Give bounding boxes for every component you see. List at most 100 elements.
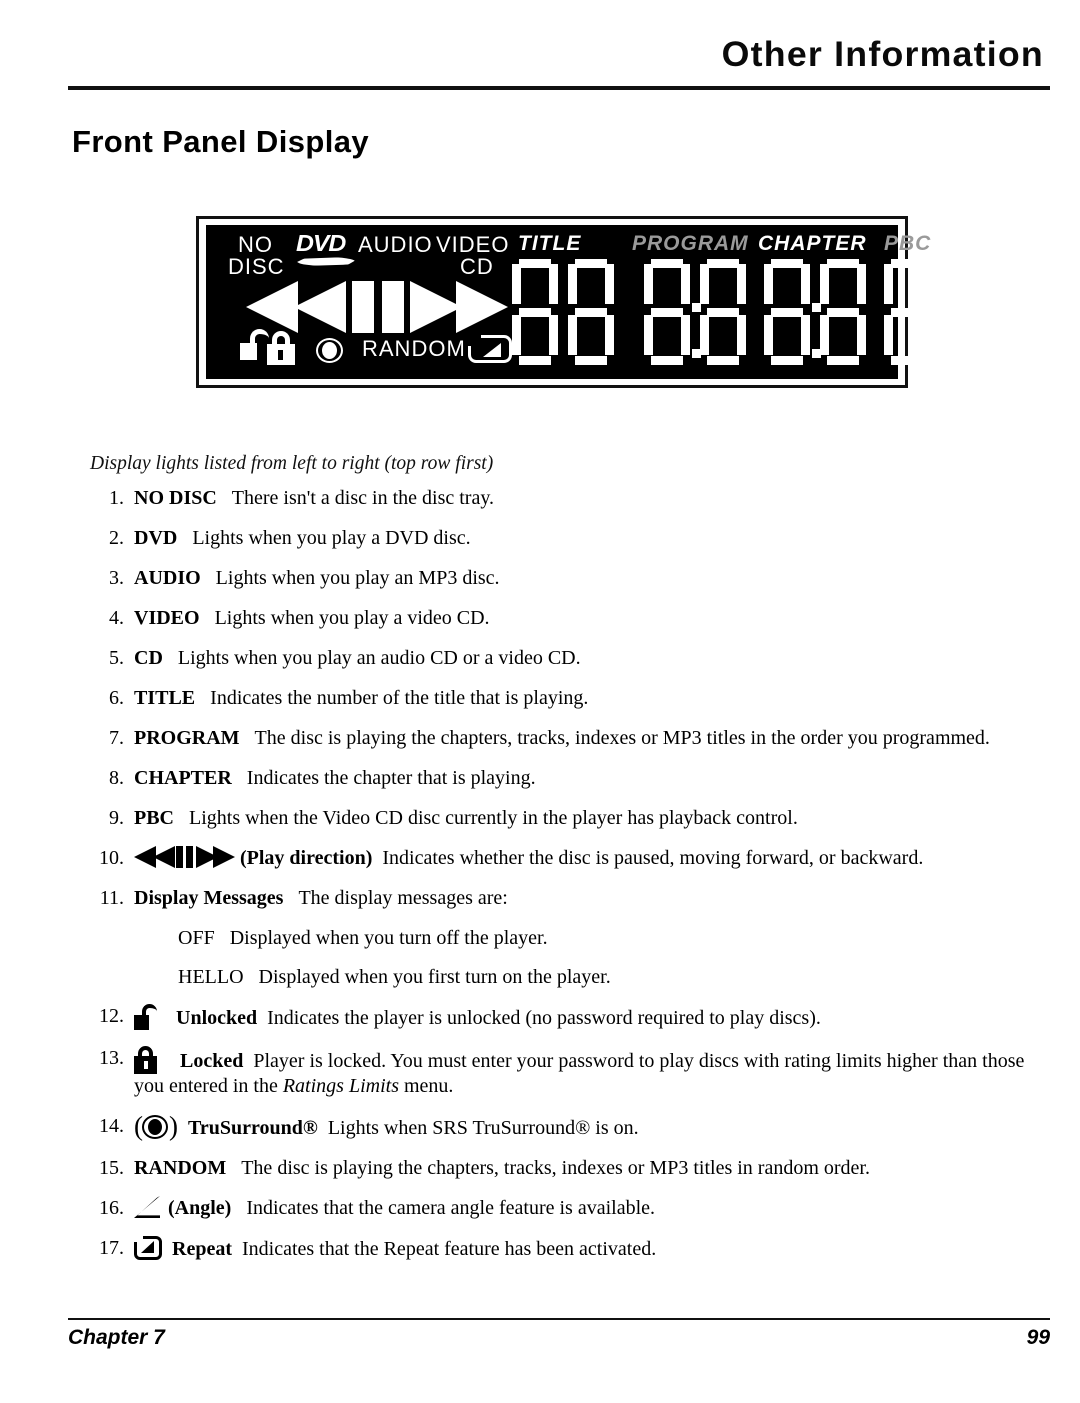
list-item-desc: Lights when SRS TruSurround® is on. [327,1117,639,1139]
list-item-number: 16. [99,1197,124,1219]
list-item-text [222,487,232,509]
indicator-random: RANDOM [362,336,466,361]
header-divider [68,86,1050,90]
list-item-desc-italic: Ratings Limits [282,1075,399,1097]
list-item: 16. (Angle) Indicates that the camera an… [86,1196,1041,1221]
colon-dot [812,303,821,312]
list-item-term: RANDOM [134,1157,227,1179]
list-item-desc: The disc is playing the chapters, tracks… [241,1157,870,1179]
list-item-term: TITLE [134,687,196,709]
segment-digit [764,259,810,365]
page-title: Front Panel Display [72,124,369,159]
list-item-term: CHAPTER [134,767,232,789]
repeat-gap [467,334,481,346]
list-item-desc: Indicates that the camera angle feature … [246,1197,655,1219]
digit-label-pbc: PBC [884,232,932,255]
display-lights-list: 1. NO DISC There isn't a disc in the dis… [86,486,1041,1277]
lcd-top-indicators: NO DISC DVD AUDIO VIDEO CD [224,230,508,281]
sub-item-desc: Displayed when you first turn on the pla… [258,966,611,988]
list-item-term: Unlocked [176,1007,258,1029]
padlock-body [240,343,257,360]
list-item: 15. RANDOM The disc is playing the chapt… [86,1156,1041,1181]
panel-lcd-screen: NO DISC DVD AUDIO VIDEO CD RANDOM TITLE … [206,225,930,379]
list-item-term: TruSurround® [188,1117,318,1139]
sub-item-term: HELLO [178,966,244,988]
list-item-desc: Lights when you play a video CD. [214,607,490,629]
list-item-desc-before: Player is locked. You must enter your pa… [134,1050,1025,1097]
footer-chapter: Chapter 7 [68,1326,165,1349]
list-item-number: 1. [109,487,124,509]
padlock-keyhole [278,350,283,360]
colon-dot [812,349,821,358]
repeat-icon [132,1233,162,1260]
repeat-arrowhead [483,343,501,357]
list-item: 2. DVD Lights when you play a DVD disc. [86,526,1041,551]
segment-digit [884,259,930,365]
list-item-term: (Angle) [168,1197,232,1219]
digit-label-program: PROGRAM [632,232,749,255]
list-item-desc-after: menu. [398,1075,454,1097]
list-item: 3. AUDIO Lights when you play an MP3 dis… [86,566,1041,591]
list-item: 7. PROGRAM The disc is playing the chapt… [86,726,1041,751]
list-item-number: 8. [109,767,124,789]
colon-dot [692,303,701,312]
running-header-title: Other Information [721,35,1044,74]
list-item-number: 4. [109,607,124,629]
list-item-term: VIDEO [134,607,200,629]
forward-arrow-1 [410,281,462,333]
list-item-term: CD [134,647,163,669]
front-panel-display-figure: NO DISC DVD AUDIO VIDEO CD RANDOM TITLE … [196,216,930,388]
pause-bar-1 [352,281,374,333]
list-item: 9. PBC Lights when the Video CD disc cur… [86,806,1041,831]
sub-item-desc: Displayed when you turn off the player. [229,927,548,949]
sub-list-item: OFF Displayed when you turn off the play… [86,926,1041,951]
list-item-desc: Indicates the chapter that is playing. [246,767,536,789]
rewind-arrow-1 [246,281,298,333]
list-item-number: 12. [99,1005,124,1027]
list-item-desc: Lights when the Video CD disc currently … [189,807,798,829]
list-item-number: 5. [109,647,124,669]
list-item: 11. Display Messages The display message… [86,886,1041,911]
list-item-desc: Lights when you play a DVD disc. [192,527,471,549]
trusurround-icon [304,335,358,365]
list-item-number: 6. [109,687,124,709]
indicator-audio: AUDIO [358,232,433,257]
play-direction-icon [134,846,235,868]
locked-padlock-icon [134,1046,158,1074]
list-item-desc: Indicates the player is unlocked (no pas… [267,1007,821,1029]
list-item-term: AUDIO [134,567,201,589]
sub-item-term: OFF [178,927,215,949]
play-direction-icon [246,281,508,333]
digit-label-title: TITLE [518,232,582,255]
list-item-desc: The disc is playing the chapters, tracks… [254,727,990,749]
document-page: Other Information Front Panel Display NO… [0,0,1080,1403]
list-item-number: 2. [109,527,124,549]
indicator-cd: CD [460,254,494,279]
list-item-number: 3. [109,567,124,589]
list-item-number: 14. [99,1115,124,1137]
footer-page-number: 99 [1026,1326,1050,1349]
segment-digit [820,259,866,365]
list-item: 5. CD Lights when you play an audio CD o… [86,646,1041,671]
forward-arrow-2 [456,281,508,333]
list-item: 13. Locked Player is locked. You must en… [86,1046,1041,1099]
list-item-desc: Indicates the number of the title that i… [210,687,589,709]
dvd-logo-underline [297,257,355,266]
segment-digit [512,259,558,365]
angle-icon [134,1196,160,1218]
list-item-term: (Play direction) [240,847,373,869]
indicator-dvd: DVD [296,230,346,256]
list-item-number: 9. [109,807,124,829]
list-item-number: 13. [99,1047,124,1069]
unlocked-padlock-icon [134,1004,160,1030]
list-item: 12. Unlocked Indicates the player is unl… [86,1004,1041,1031]
segment-digit [700,259,746,365]
list-item: 8. CHAPTER Indicates the chapter that is… [86,766,1041,791]
list-item-number: 11. [99,887,124,909]
list-item-desc: Indicates that the Repeat feature has be… [241,1238,657,1260]
pause-bar-2 [382,281,404,333]
list-item-term: NO DISC [134,487,217,509]
list-item-term: PBC [134,807,174,829]
list-item: 4. VIDEO Lights when you play a video CD… [86,606,1041,631]
indicator-disc: DISC [228,254,285,279]
